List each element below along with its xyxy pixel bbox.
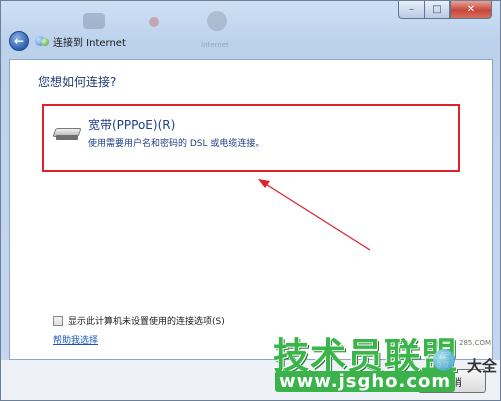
cancel-button[interactable]: 取消	[418, 369, 486, 393]
show-options-row: 显示此计算机未设置使用的连接选项(S)	[53, 314, 225, 327]
footer-bar: 取消	[1, 360, 500, 400]
window-title: 连接到 Internet	[53, 37, 126, 49]
computer-icon	[83, 13, 105, 29]
close-button[interactable]: ✕	[450, 1, 492, 19]
help-me-choose-link[interactable]: 帮助我选择	[53, 333, 98, 346]
minimize-button[interactable]: –	[398, 1, 424, 19]
annotation-arrow	[258, 179, 371, 251]
modem-icon	[52, 128, 82, 140]
option-title: 宽带(PPPoE)(R)	[88, 118, 176, 132]
navigation-bar: ← 连接到 Internet	[9, 31, 126, 51]
wizard-content: 您想如何连接? 宽带(PPPoE)(R) 使用需要用户名和密码的 DSL 或电缆…	[9, 59, 493, 360]
broadband-pppoe-option[interactable]: 宽带(PPPoE)(R) 使用需要用户名和密码的 DSL 或电缆连接。	[42, 104, 460, 172]
show-options-label[interactable]: 显示此计算机未设置使用的连接选项(S)	[68, 314, 225, 327]
show-options-checkbox[interactable]	[53, 315, 63, 326]
option-description: 使用需要用户名和密码的 DSL 或电缆连接。	[88, 139, 265, 149]
error-icon	[149, 17, 159, 27]
connect-internet-window: Internet – □ ✕ ← 连接到 Internet 您想如何连接? 宽带…	[0, 0, 501, 401]
internet-label: Internet	[201, 41, 229, 49]
window-controls: – □ ✕	[398, 1, 492, 19]
maximize-button[interactable]: □	[424, 1, 450, 19]
page-question: 您想如何连接?	[38, 75, 117, 89]
back-button[interactable]: ←	[9, 31, 29, 51]
back-arrow-icon: ←	[13, 34, 25, 48]
network-wizard-icon	[35, 35, 49, 47]
globe-icon	[207, 11, 227, 31]
